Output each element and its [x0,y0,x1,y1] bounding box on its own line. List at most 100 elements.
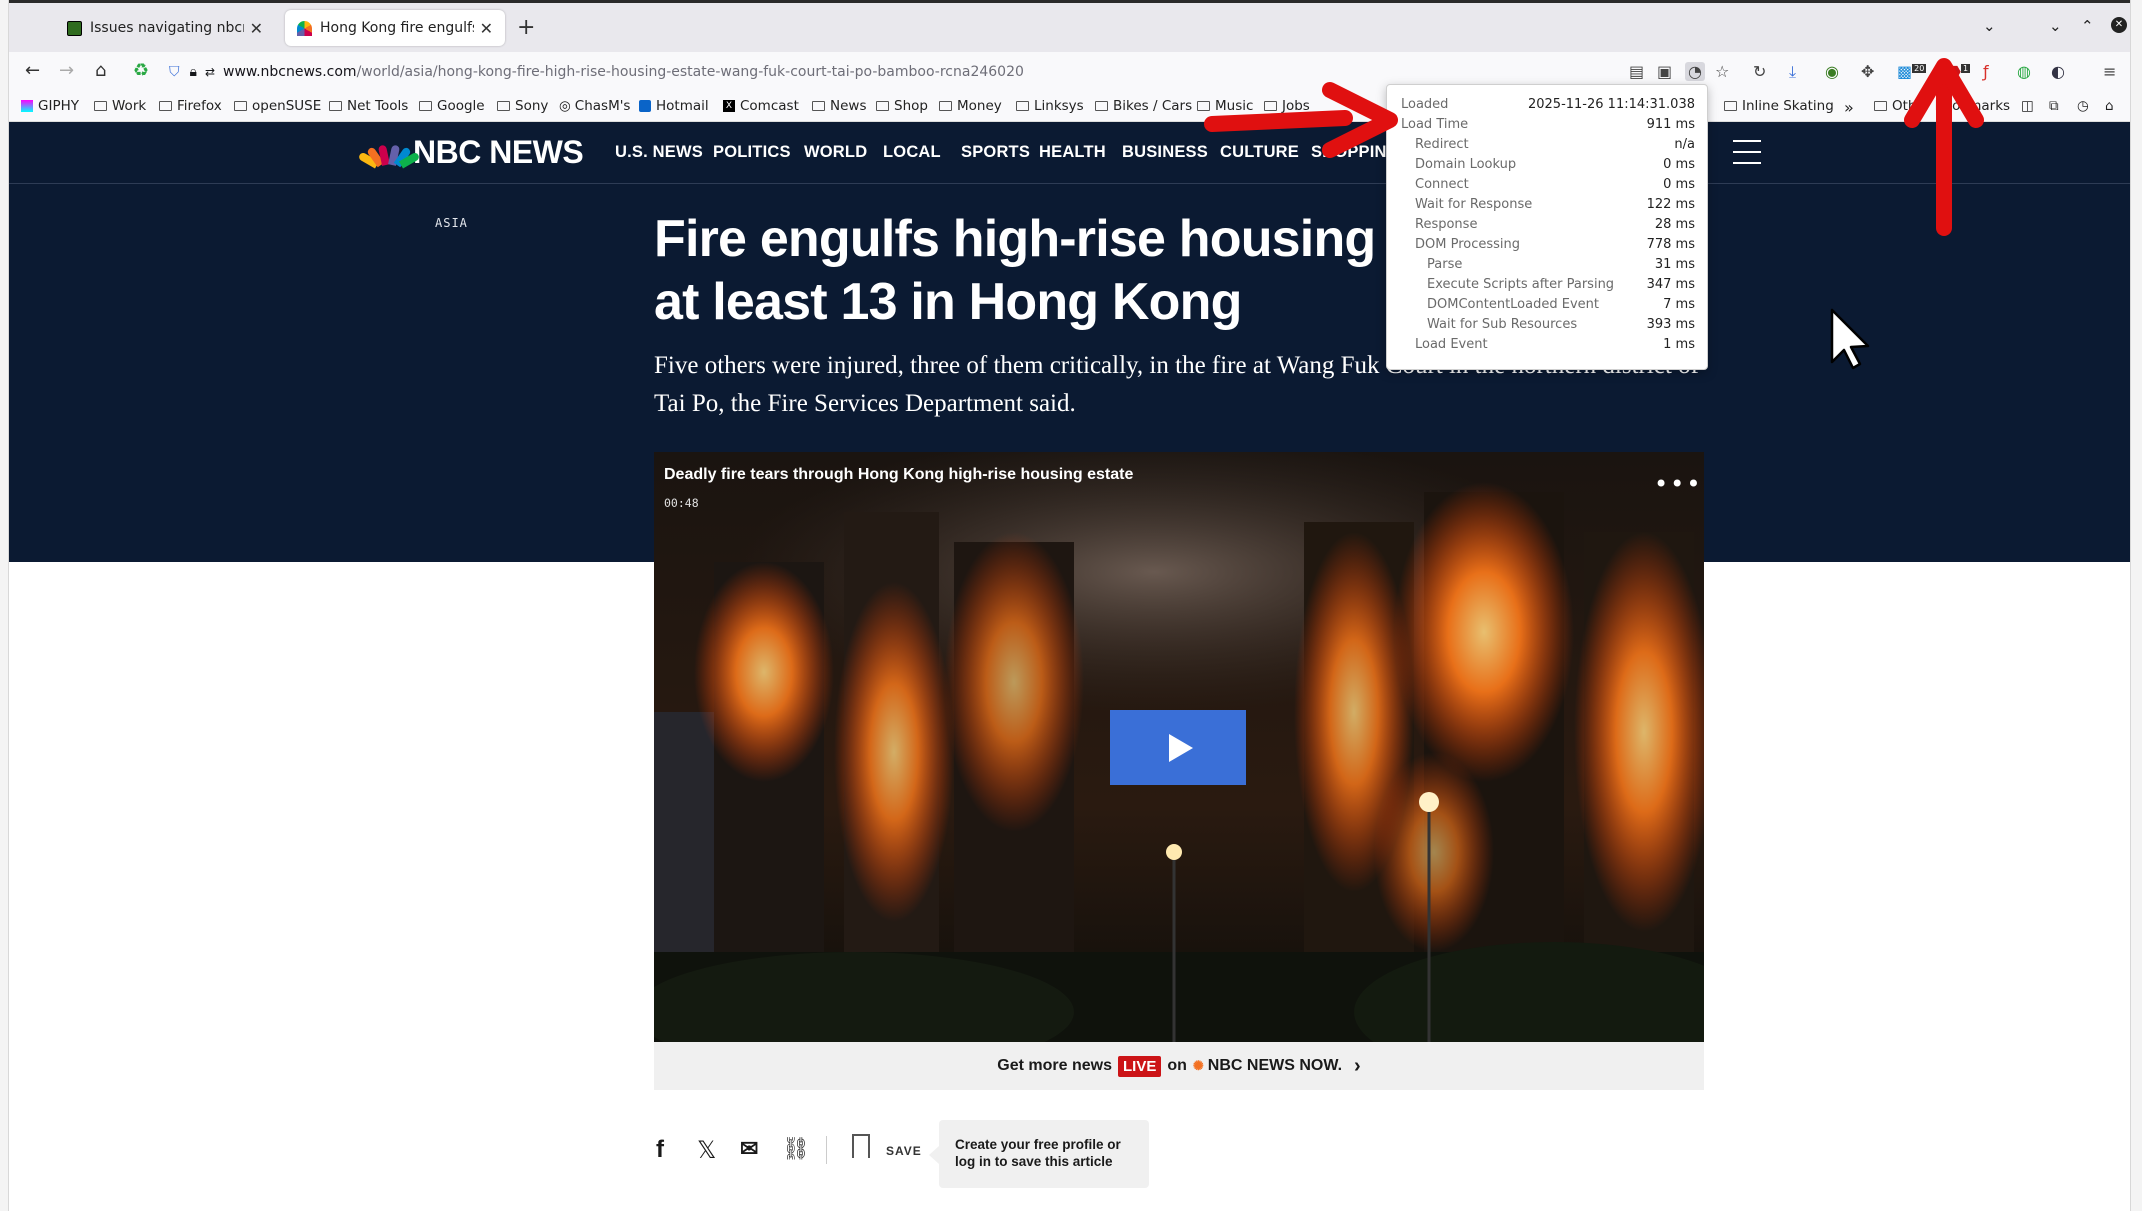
bookmark-label: ChasM's [574,98,631,114]
minimize-icon[interactable]: ⌄ [2049,17,2062,35]
home-icon[interactable]: ⌂ [95,60,106,81]
reload-icon[interactable]: ↻ [1753,62,1766,81]
copy-link-icon[interactable]: ⛓ [782,1136,810,1162]
bookmark-star-icon[interactable]: ☆ [1715,62,1729,81]
adblock-icon[interactable]: ⬣ 1 [1947,62,1971,81]
section-label[interactable]: ASIA [435,216,468,230]
bookmark-inline-skating[interactable]: Inline Skating [1724,98,1834,114]
nav-us-news[interactable]: U.S. NEWS [615,143,703,162]
timing-value: 7 ms [1663,297,1695,312]
back-icon[interactable]: ← [25,60,40,81]
share-toolbar: f 𝕏 ✉ ⛓ SAVE Create your free profile or… [654,1120,1254,1190]
close-window-icon[interactable]: ✕ [2111,17,2127,33]
nav-local[interactable]: LOCAL [883,143,941,162]
bookmark-label: Shop [894,98,928,114]
profile-tooltip[interactable]: Create your free profile or log in to sa… [929,1120,1149,1188]
play-button[interactable] [1110,710,1246,785]
bookmark-giphy[interactable]: GIPHY [21,98,79,114]
live-promo-on: on [1167,1057,1187,1074]
forward-icon[interactable]: → [59,60,74,81]
chevron-right-icon: › [1354,1054,1361,1077]
list-tabs-icon[interactable]: ⌄ [1983,17,1996,35]
flash-icon[interactable]: ƒ [1983,62,1989,81]
globe-icon: ◎ [559,98,571,114]
picture-in-picture-icon[interactable]: ▣ [1657,62,1672,81]
nav-health[interactable]: HEALTH [1039,143,1106,162]
page-timing-extension-icon[interactable]: ◔ [1685,62,1705,81]
site-navigation: NBC NEWS U.S. NEWS POLITICS WORLD LOCAL … [9,122,2130,184]
bookmark-shop[interactable]: Shop [876,98,928,114]
timing-row: DOMContentLoaded Event 7 ms [1401,297,1695,317]
screenshot-icon[interactable]: ⧉ [2049,98,2059,114]
bookmark-opensuse[interactable]: openSUSE [234,98,321,114]
timing-row: Connect 0 ms [1401,177,1695,197]
nav-politics[interactable]: POLITICS [713,143,791,162]
live-promo-bar[interactable]: Get more news LIVE on ✺ NBC NEWS NOW. › [654,1042,1704,1090]
nav-culture[interactable]: CULTURE [1220,143,1299,162]
bookmark-save-icon[interactable] [852,1134,870,1158]
hamburger-menu-icon[interactable] [1733,140,1761,164]
video-player[interactable]: Deadly fire tears through Hong Kong high… [654,452,1704,1042]
bookmark-firefox[interactable]: Firefox [159,98,222,114]
menu-icon[interactable]: ≡ [2103,62,2116,81]
more-options-icon[interactable]: ••• [1654,470,1702,498]
navigation-toolbar: ← → ⌂ ♻ ⛉ 🔒︎ ⇄ www.nbcnews.com/world/asi… [9,52,2130,92]
downloads-icon[interactable]: ⤓ [1789,62,1796,82]
sidebar-icon[interactable]: ◫ [2021,98,2034,114]
bookmark-google[interactable]: Google [419,98,485,114]
bookmark-work[interactable]: Work [94,98,146,114]
maximize-icon[interactable]: ⌃ [2081,17,2094,35]
close-tab-icon[interactable]: ✕ [480,19,493,38]
bookmark-net-tools[interactable]: Net Tools [329,98,408,114]
close-tab-icon[interactable]: ✕ [250,19,263,38]
folder-icon [1874,101,1887,111]
new-tab-button[interactable]: + [517,15,535,40]
nav-business[interactable]: BUSINESS [1122,143,1208,162]
bookmark-label: News [830,98,867,114]
bookmark-music[interactable]: Music [1197,98,1253,114]
bookmark-label: Google [437,98,485,114]
folder-icon [1724,101,1737,111]
bookmark-bikes-cars[interactable]: Bikes / Cars [1095,98,1192,114]
bookmark-linksys[interactable]: Linksys [1016,98,1084,114]
play-icon [1169,733,1193,762]
bookmark-news[interactable]: News [812,98,866,114]
extension-badge-icon[interactable]: ▩ 20 [1897,62,1927,81]
timing-row: Load Event 1 ms [1401,337,1695,357]
nav-world[interactable]: WORLD [804,143,867,162]
tab-hong-kong-fire[interactable]: Hong Kong fire engulfs hig ✕ [285,10,505,46]
facebook-icon[interactable]: f [656,1136,664,1164]
video-title: Deadly fire tears through Hong Kong high… [664,466,1134,483]
bookmark-money[interactable]: Money [939,98,1002,114]
timing-value: 1 ms [1663,337,1695,352]
extensions-puzzle-icon[interactable]: ✥ [1861,62,1874,81]
peacock-icon [357,141,421,168]
nav-sports[interactable]: SPORTS [961,143,1030,162]
bookmarks-overflow-icon[interactable]: » [1844,98,1854,117]
extension-green-icon[interactable]: ◍ [2017,62,2031,81]
folder-icon [419,101,432,111]
bookmark-label: Music [1215,98,1254,114]
folder-icon [1095,101,1108,111]
extension-leaf-icon[interactable]: ♻ [133,60,149,81]
bookmark-comcast[interactable]: X Comcast [723,98,799,114]
reader-view-icon[interactable]: ▤ [1629,62,1644,81]
x-share-icon[interactable]: 𝕏 [697,1136,716,1165]
bookmark-hotmail[interactable]: Hotmail [639,98,709,114]
history-icon[interactable]: ◷ [2077,98,2089,114]
email-icon[interactable]: ✉ [740,1136,758,1162]
permissions-icon[interactable]: ⇄ [205,65,215,79]
timing-label: Parse [1427,257,1463,272]
bookmark-other-bookmarks[interactable]: Other Bookmarks [1874,98,2010,114]
lock-icon[interactable]: 🔒︎ [190,64,197,80]
account-icon[interactable]: ◐ [2051,62,2065,81]
save-button[interactable]: SAVE [886,1144,922,1158]
bookmark-chasms[interactable]: ◎ ChasM's [559,98,630,114]
bookmark-sony[interactable]: Sony [497,98,548,114]
extension-bm-icon[interactable]: ⌂ [2105,98,2114,114]
nbc-news-logo[interactable]: NBC NEWS [357,134,584,171]
shield-icon[interactable]: ⛉ [169,64,180,80]
tab-issues[interactable]: Issues navigating nbcnews. ✕ [55,10,275,46]
bookmark-jobs[interactable]: Jobs [1264,98,1310,114]
extension-circle-icon[interactable]: ◉ [1825,62,1839,81]
